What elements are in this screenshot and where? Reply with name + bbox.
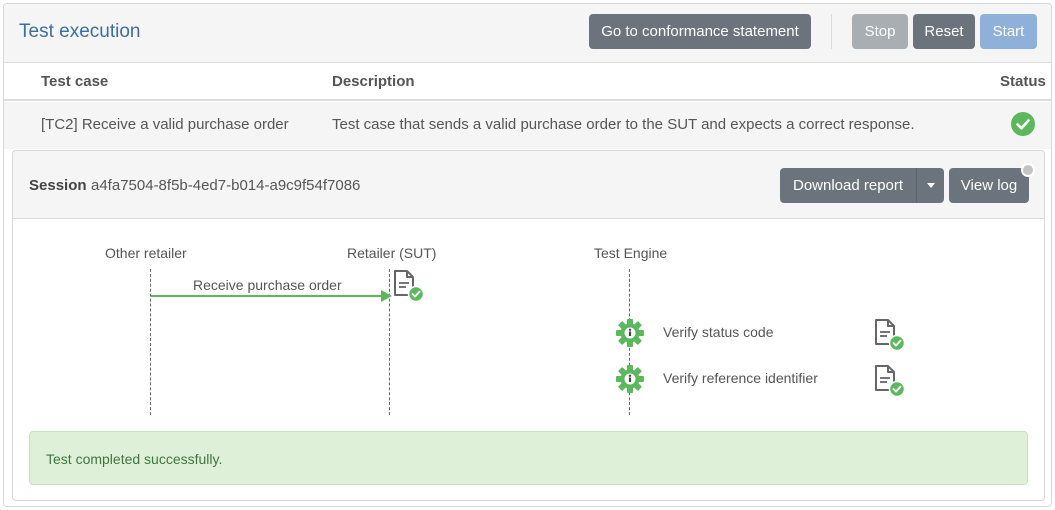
gear-info-icon — [615, 364, 645, 399]
table-header: Test case Description Status — [4, 64, 1051, 101]
download-report-label: Download report — [793, 177, 904, 194]
success-check-icon — [1011, 112, 1035, 136]
header-divider — [831, 14, 832, 49]
table-row[interactable]: [TC2] Receive a valid purchase order Tes… — [4, 102, 1051, 149]
test-case-name: [TC2] Receive a valid purchase order — [41, 116, 289, 133]
step-verify-reference-identifier: Verify reference identifier — [663, 370, 818, 386]
document-check-icon[interactable] — [873, 364, 907, 403]
document-check-icon[interactable] — [392, 269, 426, 308]
session-header: Session a4fa7504-8f5b-4ed7-b014-a9c9f54f… — [13, 151, 1044, 219]
message-arrow-head — [381, 290, 392, 302]
message-label: Receive purchase order — [193, 277, 342, 293]
actor-other-retailer: Other retailer — [105, 245, 187, 261]
log-status-indicator — [1021, 163, 1035, 177]
panel-header: Test execution Go to conformance stateme… — [4, 4, 1051, 63]
document-check-icon[interactable] — [873, 318, 907, 357]
column-header-status: Status — [1000, 73, 1046, 90]
actor-retailer-sut: Retailer (SUT) — [347, 245, 437, 261]
lifeline-other-retailer — [150, 269, 151, 415]
session-id: a4fa7504-8f5b-4ed7-b014-a9c9f54f7086 — [91, 177, 361, 194]
column-header-test-case: Test case — [41, 73, 109, 90]
conformance-statement-button[interactable]: Go to conformance statement — [589, 14, 811, 49]
message-arrow — [151, 295, 383, 297]
caret-down-icon — [926, 183, 935, 188]
gear-info-icon — [615, 318, 645, 353]
start-button[interactable]: Start — [980, 14, 1037, 49]
view-log-button[interactable]: View log — [949, 168, 1029, 203]
session-panel: Session a4fa7504-8f5b-4ed7-b014-a9c9f54f… — [12, 150, 1045, 501]
page-title: Test execution — [19, 21, 141, 42]
download-report-dropdown-toggle[interactable] — [916, 168, 944, 203]
stop-button[interactable]: Stop — [852, 14, 908, 49]
step-verify-status-code: Verify status code — [663, 324, 774, 340]
success-message: Test completed successfully. — [46, 451, 223, 467]
download-report-group: Download report — [780, 168, 944, 203]
test-case-description: Test case that sends a valid purchase or… — [332, 116, 915, 133]
reset-button[interactable]: Reset — [913, 14, 975, 49]
test-execution-panel: Test execution Go to conformance stateme… — [3, 3, 1052, 507]
actor-test-engine: Test Engine — [594, 245, 668, 261]
success-alert: Test completed successfully. — [29, 431, 1028, 485]
session-label: Session — [29, 177, 87, 194]
column-header-description: Description — [332, 73, 415, 90]
